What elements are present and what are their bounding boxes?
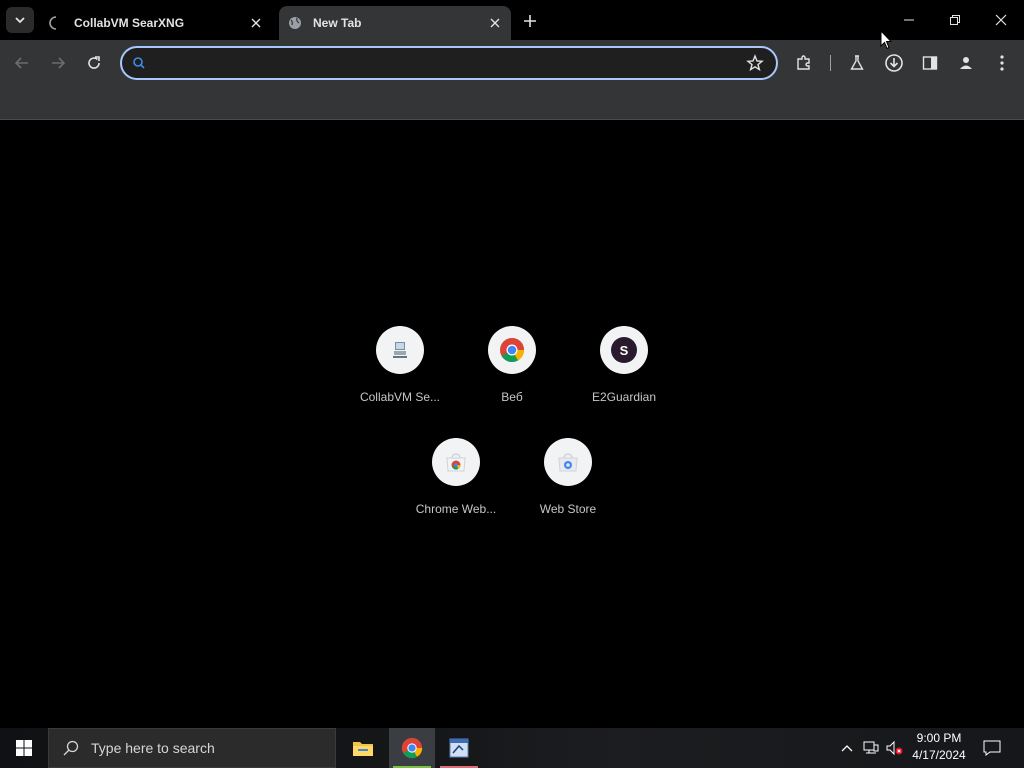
more-vertical-icon [1000, 55, 1004, 71]
restore-icon [950, 15, 960, 25]
chrome-window: CollabVM SearXNG New Tab CollabVM Se... … [0, 0, 1024, 728]
restore-button[interactable] [932, 0, 978, 40]
extensions-button[interactable] [790, 49, 818, 77]
shortcut-label: Chrome Web... [415, 502, 497, 516]
labs-button[interactable] [843, 49, 871, 77]
taskbar: Type here to search 9:00 PM 4/17/2024 [0, 728, 1024, 768]
minimize-button[interactable] [886, 0, 932, 40]
shortcut-label: Web Store [539, 502, 597, 516]
reload-button[interactable] [80, 49, 108, 77]
letter-s-icon: S [600, 326, 648, 374]
shortcut-tile[interactable]: S E2Guardian [568, 310, 680, 422]
windows-logo-icon [16, 740, 32, 756]
search-icon [133, 57, 145, 69]
computer-icon [376, 326, 424, 374]
tab-strip: CollabVM SearXNG New Tab [0, 0, 1024, 40]
chrome-taskbar-button[interactable] [389, 728, 435, 768]
loading-spinner-icon [48, 15, 64, 31]
app-window-icon [449, 738, 469, 758]
minimize-icon [904, 19, 914, 21]
plus-icon [524, 15, 536, 27]
tab-search-button[interactable] [6, 7, 34, 33]
search-icon [63, 740, 79, 756]
shortcut-tile[interactable]: CollabVM Se... [344, 310, 456, 422]
taskbar-search-placeholder: Type here to search [91, 740, 215, 756]
chrome-icon [401, 737, 423, 759]
start-button[interactable] [0, 728, 48, 768]
shortcut-tile[interactable]: Web Store [512, 422, 624, 534]
taskbar-clock[interactable]: 9:00 PM 4/17/2024 [904, 730, 974, 766]
mouse-cursor-icon [880, 30, 892, 50]
clock-time: 9:00 PM [916, 731, 962, 745]
shortcut-tile[interactable]: Веб [456, 310, 568, 422]
notification-icon [983, 740, 1001, 756]
shortcut-tile[interactable]: Chrome Web... [400, 422, 512, 534]
forward-button[interactable] [44, 49, 72, 77]
flask-icon [850, 55, 864, 70]
volume-tray-icon[interactable] [884, 728, 906, 768]
puzzle-icon [797, 55, 810, 70]
webstore-icon [544, 438, 592, 486]
tab-title: CollabVM SearXNG [74, 16, 185, 30]
close-icon [995, 14, 1007, 26]
chrome-icon [488, 326, 536, 374]
new-tab-page: CollabVM Se... Веб S E2Guardian Chrome W… [0, 121, 1024, 728]
tab-close-icon[interactable] [487, 15, 503, 31]
file-explorer-taskbar-button[interactable] [340, 728, 386, 768]
globe-icon [287, 15, 303, 31]
taskbar-search-box[interactable]: Type here to search [48, 728, 336, 768]
address-input[interactable] [154, 52, 734, 74]
reload-icon [88, 56, 100, 69]
show-hidden-icons-button[interactable] [836, 728, 858, 768]
app-taskbar-button[interactable] [436, 728, 482, 768]
shortcut-label: E2Guardian [591, 390, 657, 404]
network-tray-icon[interactable] [860, 728, 882, 768]
download-icon [885, 54, 903, 72]
tab-new-tab[interactable]: New Tab [279, 6, 511, 40]
shortcut-label: CollabVM Se... [359, 390, 441, 404]
network-icon [863, 741, 879, 754]
bookmark-bar [0, 86, 1024, 120]
letter-s-badge: S [611, 337, 637, 363]
tab-close-icon[interactable] [248, 15, 264, 31]
bookmark-star-icon[interactable] [746, 54, 764, 72]
shortcut-label: Веб [501, 390, 523, 404]
side-panel-icon [922, 56, 938, 70]
address-bar[interactable] [120, 46, 778, 80]
toolbar-separator [830, 55, 831, 71]
arrow-right-icon [52, 57, 66, 69]
menu-button[interactable] [988, 49, 1016, 77]
tab-title: New Tab [313, 16, 362, 30]
tab-collabvm-searxng[interactable]: CollabVM SearXNG [40, 6, 272, 40]
folder-icon [353, 742, 373, 756]
downloads-button[interactable] [880, 49, 908, 77]
close-window-button[interactable] [978, 0, 1024, 40]
profile-button[interactable] [952, 49, 980, 77]
new-tab-button[interactable] [518, 9, 542, 33]
side-panel-button[interactable] [916, 49, 944, 77]
chrome-webstore-icon [432, 438, 480, 486]
back-button[interactable] [8, 49, 36, 77]
person-icon [960, 57, 972, 69]
notifications-button[interactable] [978, 728, 1006, 768]
toolbar [0, 40, 1024, 86]
volume-muted-icon [886, 740, 903, 756]
clock-date: 4/17/2024 [912, 748, 966, 762]
chevron-up-icon [841, 745, 853, 752]
chevron-down-icon [15, 17, 25, 24]
arrow-left-icon [14, 57, 28, 69]
